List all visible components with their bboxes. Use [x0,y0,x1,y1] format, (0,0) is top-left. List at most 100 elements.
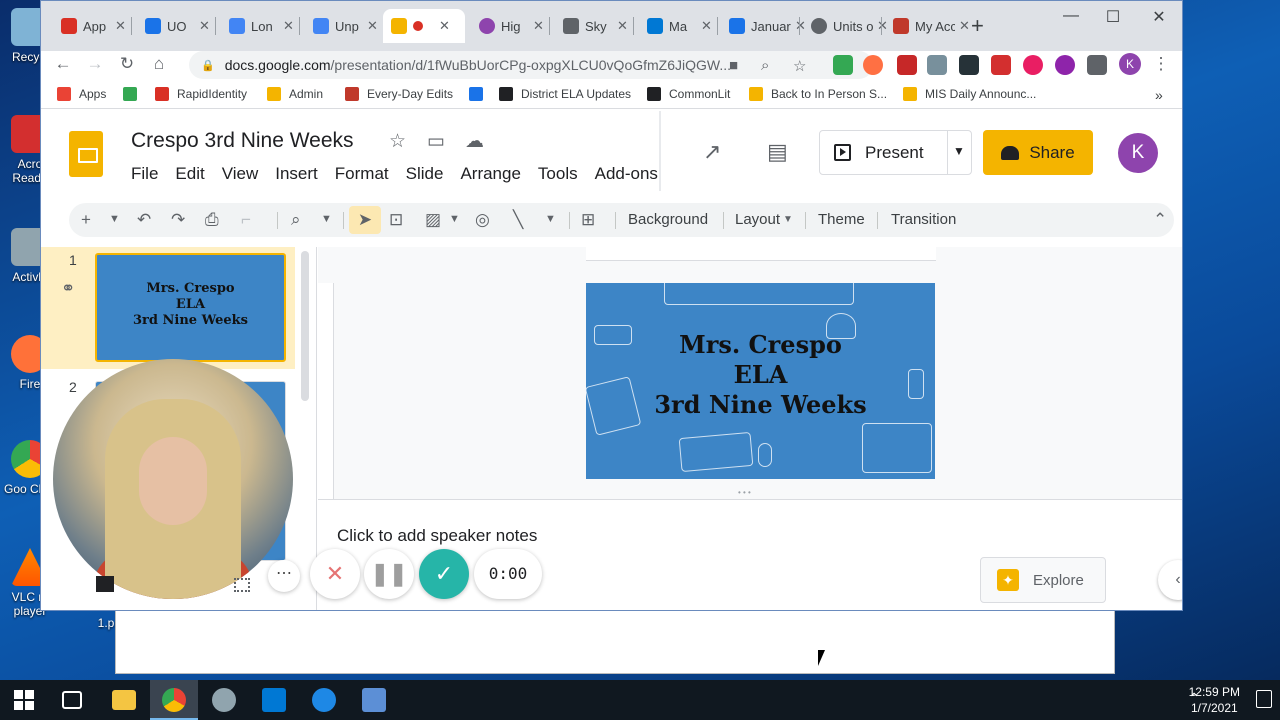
transition-button[interactable]: Transition [891,211,956,228]
extension-icon[interactable] [959,55,979,75]
new-slide-icon[interactable]: + [81,210,91,230]
paint-format-icon[interactable]: ⌐ [241,210,251,230]
activity-trend-icon[interactable]: ↗ [703,139,721,165]
present-button[interactable]: Present ▼ [819,130,972,175]
menu-file[interactable]: File [131,164,158,184]
speaker-notes-placeholder[interactable]: Click to add speaker notes [337,526,537,546]
chevron-down-icon[interactable]: ▼ [321,213,332,225]
webcam-bubble[interactable] [53,359,293,599]
menu-insert[interactable]: Insert [275,164,318,184]
menu-arrange[interactable]: Arrange [460,164,520,184]
app-taskbar-icon[interactable] [362,688,386,712]
bookmark-rapididentity[interactable]: RapidIdentity [155,87,247,101]
comment-icon[interactable]: ▤ [767,139,788,165]
shape-icon[interactable]: ◎ [475,210,490,230]
bookmark-mis-daily[interactable]: MIS Daily Announc... [903,87,1036,101]
browser-menu-icon[interactable]: ⋮ [1145,54,1177,74]
vertical-ruler[interactable] [318,283,334,499]
filmstrip-list-view-icon[interactable] [96,576,114,592]
chevron-down-icon[interactable]: ▼ [545,213,556,225]
notes-resize-handle[interactable]: • • • [738,489,768,497]
zoom-icon[interactable]: ⌕ [761,57,769,74]
close-window-button[interactable]: ✕ [1144,7,1174,27]
close-icon[interactable]: ✕ [701,18,712,34]
bookmarks-overflow-button[interactable]: » [1155,87,1163,103]
tab-ma[interactable]: Ma ✕ [639,9,720,43]
close-icon[interactable]: ✕ [199,18,210,34]
close-icon[interactable]: ✕ [959,18,970,34]
image-icon[interactable]: ▨ [425,210,441,230]
line-icon[interactable]: ╲ [513,210,523,230]
document-title[interactable]: Crespo 3rd Nine Weeks [131,129,354,153]
close-icon[interactable]: ✕ [617,18,628,34]
minimize-button[interactable]: — [1056,7,1086,25]
extension-icon[interactable] [1055,55,1075,75]
chevron-down-icon[interactable]: ▼ [449,213,460,225]
undo-icon[interactable]: ↶ [137,210,151,230]
menu-slide[interactable]: Slide [406,164,444,184]
extension-icon[interactable] [897,55,917,75]
chrome-taskbar-icon[interactable] [162,688,186,712]
background-button[interactable]: Background [628,211,708,228]
close-icon[interactable]: ✕ [533,18,544,34]
bookmark-drive[interactable] [123,87,145,101]
edge-taskbar-icon[interactable] [312,688,336,712]
camera-icon[interactable]: ■ [729,57,738,74]
chevron-down-icon[interactable]: ▼ [953,144,965,158]
account-avatar[interactable]: K [1118,133,1158,173]
horizontal-ruler[interactable] [586,247,936,261]
chevron-down-icon[interactable]: ▼ [783,214,793,225]
menu-edit[interactable]: Edit [175,164,204,184]
extension-icon[interactable] [1023,55,1043,75]
extension-icon[interactable] [863,55,883,75]
taskbar-clock[interactable]: 12:59 PM 1/7/2021 [1189,684,1240,716]
close-icon[interactable]: ✕ [367,18,378,34]
comment-add-icon[interactable]: ⊞ [581,210,595,230]
cloud-saved-icon[interactable]: ☁ [465,130,484,153]
close-icon[interactable]: ✕ [439,18,450,34]
redo-icon[interactable]: ↷ [171,210,185,230]
address-bar[interactable]: 🔒 docs.google.com/presentation/d/1fWuBbU… [189,51,873,79]
menu-view[interactable]: View [222,164,259,184]
outlook-taskbar-icon[interactable] [262,688,286,712]
close-icon[interactable]: ✕ [283,18,294,34]
windows-start-icon[interactable] [14,690,34,710]
filmstrip-grid-view-icon[interactable] [234,578,250,592]
extension-icon[interactable] [927,55,947,75]
notification-icon[interactable] [1256,690,1272,708]
move-folder-icon[interactable]: ▭ [427,130,445,153]
slide-thumbnail-1[interactable]: Mrs. Crespo ELA 3rd Nine Weeks [95,253,286,362]
tab-my-account[interactable]: My Acc ✕ [885,9,978,43]
main-slide[interactable]: Mrs. Crespo ELA 3rd Nine Weeks [586,283,935,479]
file-explorer-icon[interactable] [112,690,136,710]
slides-logo-icon[interactable] [69,131,103,177]
tab-hig[interactable]: Hig ✕ [471,9,552,43]
tab-lon[interactable]: Lon ✕ [221,9,302,43]
tab-active-slides[interactable]: ✕ [383,9,465,43]
close-icon[interactable]: ✕ [115,18,126,34]
bookmark-every-day-edits[interactable]: Every-Day Edits [345,87,453,101]
zoom-icon[interactable]: ⌕ [291,210,301,230]
recording-pause-button[interactable]: ❚❚ [364,549,414,599]
share-button[interactable]: Share [983,130,1093,175]
forward-button[interactable]: → [79,54,111,74]
bookmark-calendar[interactable] [469,87,491,101]
filmstrip-scrollbar[interactable] [301,251,309,401]
side-panel-toggle-icon[interactable]: ‹ [1158,560,1182,600]
bookmark-apps[interactable]: Apps [57,87,106,101]
print-icon[interactable]: ⎙ [205,210,219,230]
bookmark-admin[interactable]: Admin [267,87,323,101]
reload-button[interactable]: ↻ [111,54,143,74]
bookmark-star-icon[interactable]: ☆ [793,57,806,75]
recording-more-button[interactable]: ⋯ [268,560,300,592]
bookmark-commonlit[interactable]: CommonLit [647,87,730,101]
menu-addons[interactable]: Add-ons [595,164,658,184]
tab-uo[interactable]: UO ✕ [137,9,218,43]
task-view-icon[interactable] [62,691,82,709]
tab-unp[interactable]: Unp ✕ [305,9,386,43]
theme-button[interactable]: Theme [818,211,865,228]
layout-button[interactable]: Layout [735,211,780,228]
paint-taskbar-icon[interactable] [212,688,236,712]
menu-tools[interactable]: Tools [538,164,578,184]
home-button[interactable]: ⌂ [143,54,175,74]
